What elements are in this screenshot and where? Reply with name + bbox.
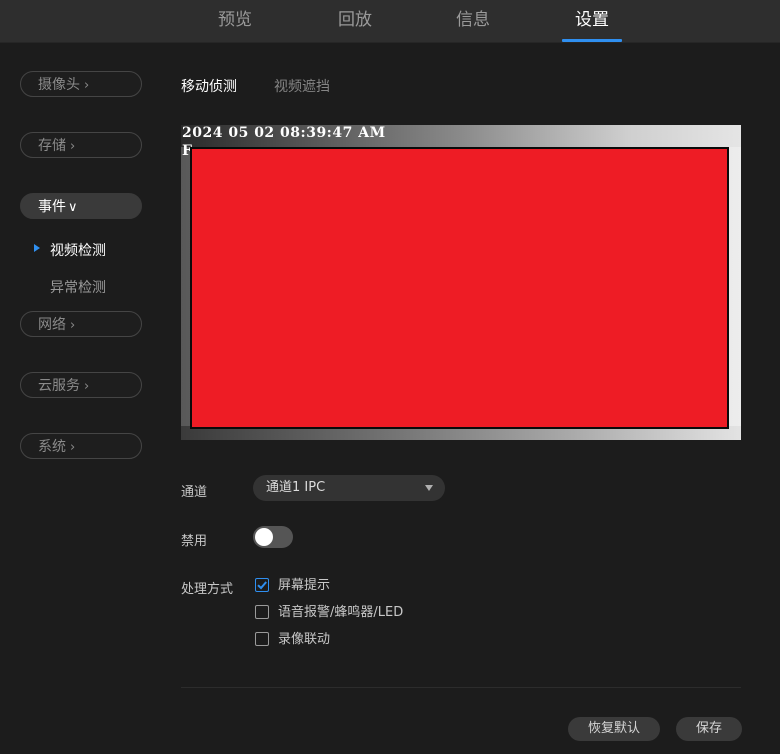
- action-screen-prompt-label: 屏幕提示: [278, 578, 331, 593]
- sidebar-subitem-video-detection[interactable]: 视频检测: [34, 240, 106, 260]
- handling-label: 处理方式: [181, 582, 234, 597]
- action-record-link-label: 录像联动: [278, 632, 331, 647]
- chevron-down-icon: ∨: [68, 200, 78, 215]
- tab-preview[interactable]: 预览: [185, 0, 285, 42]
- checkbox-unchecked-icon[interactable]: [255, 631, 269, 646]
- tab-playback-label: 回放: [338, 10, 372, 30]
- save-button[interactable]: 保存: [676, 717, 742, 741]
- chevron-right-icon: ›: [70, 139, 76, 154]
- subtab-video-tamper[interactable]: 视频遮挡: [274, 76, 330, 96]
- preview-timestamp: 2024 05 02 08:39:47 AM: [182, 125, 386, 141]
- action-record-link[interactable]: 录像联动: [255, 631, 331, 648]
- sidebar-item-storage-label: 存储: [38, 138, 66, 154]
- sidebar-subitem-abnormal-detection-label: 异常检测: [50, 280, 106, 296]
- subtab-motion-detection[interactable]: 移动侦测: [181, 76, 237, 96]
- tab-info-label: 信息: [456, 10, 490, 30]
- sidebar-item-camera-label: 摄像头: [38, 77, 80, 93]
- caret-down-icon: [425, 485, 433, 491]
- active-tab-indicator: [562, 39, 622, 42]
- chevron-right-icon: ›: [70, 318, 76, 333]
- channel-select[interactable]: 通道1 IPC: [253, 475, 445, 501]
- restore-default-button[interactable]: 恢复默认: [568, 717, 660, 741]
- sidebar-item-system-label: 系统: [38, 439, 66, 455]
- restore-default-button-label: 恢复默认: [587, 721, 640, 736]
- checkbox-checked-icon[interactable]: [255, 577, 269, 592]
- sidebar-item-event-label: 事件: [38, 199, 66, 215]
- sidebar-item-network[interactable]: 网络 ›: [20, 311, 142, 337]
- chevron-right-icon: ›: [84, 379, 90, 394]
- tab-settings-label: 设置: [575, 10, 609, 30]
- sidebar-item-storage[interactable]: 存储 ›: [20, 132, 142, 158]
- chevron-right-icon: ›: [84, 78, 90, 93]
- disable-toggle[interactable]: [253, 526, 293, 548]
- subtab-video-tamper-label: 视频遮挡: [274, 79, 330, 95]
- top-nav-bar: 预览 回放 信息 设置: [0, 0, 780, 43]
- action-audio-alarm[interactable]: 语音报警/蜂鸣器/LED: [255, 604, 404, 621]
- sidebar-subitem-video-detection-label: 视频检测: [50, 243, 106, 259]
- toggle-knob: [255, 528, 273, 546]
- action-audio-alarm-label: 语音报警/蜂鸣器/LED: [278, 605, 404, 620]
- channel-label: 通道: [181, 485, 208, 500]
- sidebar-item-cloud-label: 云服务: [38, 378, 80, 394]
- sidebar-item-system[interactable]: 系统 ›: [20, 433, 142, 459]
- save-button-label: 保存: [695, 721, 722, 736]
- checkbox-unchecked-icon[interactable]: [255, 604, 269, 619]
- channel-select-value: 通道1 IPC: [266, 480, 326, 495]
- sidebar-item-event[interactable]: 事件 ∨: [20, 193, 142, 219]
- sidebar-item-network-label: 网络: [38, 317, 66, 333]
- selected-triangle-icon: [34, 244, 40, 252]
- chevron-right-icon: ›: [70, 440, 76, 455]
- subtab-motion-detection-label: 移动侦测: [181, 79, 237, 95]
- motion-detection-area[interactable]: [190, 147, 729, 429]
- disable-label: 禁用: [181, 534, 208, 549]
- tab-settings[interactable]: 设置: [542, 0, 642, 42]
- sidebar-item-cloud[interactable]: 云服务 ›: [20, 372, 142, 398]
- tab-preview-label: 预览: [218, 10, 252, 30]
- sidebar-subitem-abnormal-detection[interactable]: 异常检测: [50, 277, 106, 297]
- tab-playback[interactable]: 回放: [305, 0, 405, 42]
- footer-divider: [181, 687, 741, 688]
- tab-info[interactable]: 信息: [423, 0, 523, 42]
- sidebar-item-camera[interactable]: 摄像头 ›: [20, 71, 142, 97]
- action-screen-prompt[interactable]: 屏幕提示: [255, 577, 331, 594]
- camera-preview[interactable]: 2024 05 02 08:39:47 AM F: [181, 125, 741, 440]
